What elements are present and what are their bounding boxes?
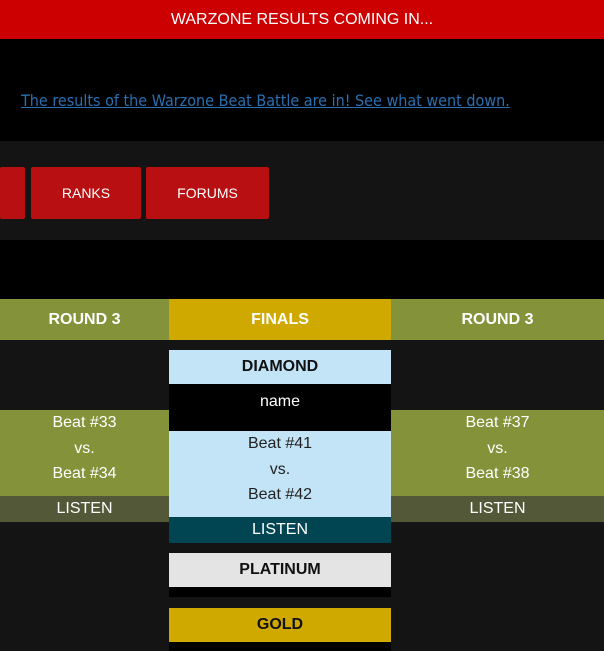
announcement-bar: The results of the Warzone Beat Battle a…	[0, 39, 604, 141]
black-divider	[0, 240, 604, 299]
beat-b: Beat #42	[247, 486, 313, 503]
vs-label: vs.	[74, 439, 95, 457]
listen-button-left[interactable]: LISTEN	[0, 496, 169, 522]
spacer	[169, 419, 391, 431]
match-card-left: Beat #33 vs. Beat #34	[0, 410, 169, 496]
platinum-bar	[169, 587, 391, 597]
beat-b: Beat #34	[52, 465, 117, 482]
gold-bar	[169, 642, 391, 651]
listen-button-right[interactable]: LISTEN	[391, 496, 604, 522]
vs-label: vs.	[269, 460, 291, 478]
nav-button-ranks[interactable]: RANKS	[31, 167, 141, 219]
nav-button-forums[interactable]: FORUMS	[146, 167, 269, 219]
beat-a: Beat #41	[247, 435, 313, 452]
platinum-tier-label: PLATINUM	[169, 553, 391, 587]
round-header-right: ROUND 3	[391, 299, 604, 340]
main-nav: RANKS FORUMS	[0, 141, 604, 240]
round-header-left: ROUND 3	[0, 299, 169, 340]
match-card-right: Beat #37 vs. Beat #38	[391, 410, 604, 496]
finals-header: FINALS	[169, 299, 391, 340]
gold-tier-label: GOLD	[169, 608, 391, 642]
nav-button-truncated[interactable]	[0, 167, 25, 219]
finals-match-card: Beat #41 vs. Beat #42	[169, 431, 391, 517]
beat-a: Beat #37	[465, 414, 530, 431]
diamond-tier-label: DIAMOND	[169, 350, 391, 384]
results-link[interactable]: The results of the Warzone Beat Battle a…	[21, 91, 510, 110]
results-banner: WARZONE RESULTS COMING IN...	[0, 0, 604, 39]
listen-button-finals[interactable]: LISTEN	[169, 517, 391, 543]
beat-b: Beat #38	[465, 465, 530, 482]
diamond-winner-name: name	[169, 384, 391, 419]
vs-label: vs.	[487, 439, 508, 457]
beat-a: Beat #33	[52, 414, 117, 431]
